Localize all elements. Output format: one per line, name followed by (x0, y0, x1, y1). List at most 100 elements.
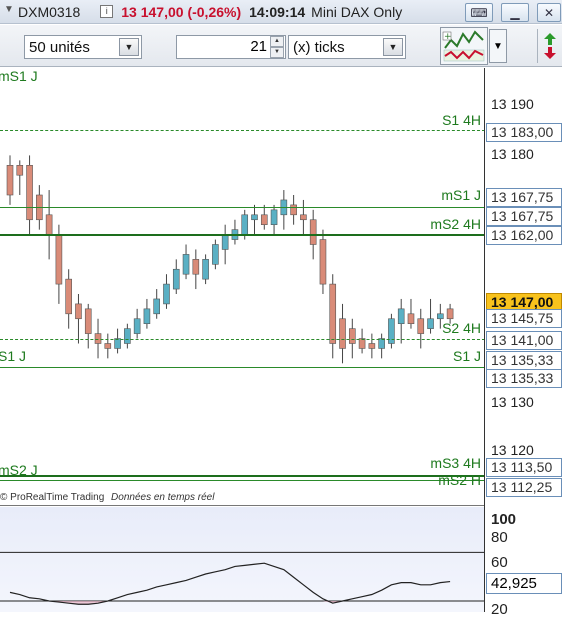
candle (124, 323, 131, 349)
period-spinner[interactable]: ▲ ▼ (270, 36, 284, 58)
chart-footer: © ProRealTime Trading Données en temps r… (0, 490, 484, 506)
candle-body (192, 259, 200, 275)
spin-down-icon[interactable]: ▼ (270, 47, 284, 58)
candle-body (446, 308, 454, 320)
indicator-tick-label: 20 (491, 601, 508, 618)
period-unit-select[interactable]: (x) ticks ▼ (288, 35, 406, 59)
indicator-tick-label: 60 (491, 554, 508, 571)
candle-body (153, 298, 160, 315)
indicator-panel[interactable] (0, 507, 484, 612)
candle-body (270, 209, 278, 226)
candle-body (407, 313, 415, 325)
candle (75, 294, 82, 344)
support-level-line[interactable] (0, 475, 484, 477)
add-indicator-button[interactable]: + (440, 27, 488, 65)
level-price-tag: 13 167,75 (486, 207, 562, 226)
level-price-tag: 13 162,00 (486, 226, 562, 245)
indicator-axis[interactable]: 100 80 60 20 42,925 (485, 507, 562, 618)
candle (163, 274, 170, 309)
chevron-down-icon[interactable]: ▼ (383, 38, 403, 56)
chevron-down-icon: ▼ (493, 40, 503, 52)
keyboard-icon: ⌨ (470, 5, 488, 20)
candle-body (16, 165, 24, 176)
candle (212, 239, 219, 270)
candle-body (358, 338, 366, 349)
candle-body (6, 165, 14, 196)
indicator-tick-label: 100 (491, 511, 517, 528)
support-level-line[interactable] (0, 234, 484, 236)
candle (339, 303, 346, 364)
clock-time: 14:09:14 (249, 3, 306, 20)
units-select-value: 50 unités (29, 38, 90, 56)
support-level-line[interactable] (0, 130, 484, 131)
level-label-left: mS2 J (0, 462, 38, 478)
candle (378, 333, 385, 359)
level-price-tag: 13 183,00 (486, 123, 562, 142)
support-level-line[interactable] (0, 367, 484, 368)
candle-body (417, 318, 425, 334)
candle-body (309, 219, 317, 245)
feed-label: Données en temps réel (111, 492, 215, 503)
price-change: 13 147,00 (-0,26%) (121, 3, 242, 20)
close-button[interactable]: ✕ (537, 3, 561, 22)
candle-body (65, 278, 72, 315)
level-price-tag: 13 141,00 (486, 331, 562, 350)
candle (251, 204, 258, 235)
candle (231, 219, 239, 245)
minimize-button[interactable]: ▁ (501, 3, 529, 22)
price-chart[interactable]: S1 4H mS1 J mS1 J mS2 4H S2 4H S1 J S1 J mS3 4H… (0, 68, 484, 490)
candle (407, 298, 415, 329)
level-label: S2 4H (442, 320, 481, 336)
candle (202, 254, 209, 285)
candlestick-chart (6, 155, 454, 364)
candle-body (182, 254, 190, 275)
candle (153, 289, 160, 319)
collapse-arrow-icon[interactable]: ▼ (4, 4, 14, 15)
units-select[interactable]: 50 unités ▼ (24, 35, 142, 59)
candle (133, 308, 141, 339)
svg-text:+: + (444, 32, 452, 42)
candle-body (397, 308, 405, 325)
candle (45, 190, 53, 260)
support-level-line[interactable] (0, 480, 484, 481)
minimize-icon: ▁ (510, 5, 520, 20)
level-price-tag: 13 145,75 (486, 309, 562, 328)
indicator-dropdown[interactable]: ▼ (489, 29, 507, 63)
price-tick-label: 13 190 (491, 96, 534, 112)
price-axis[interactable]: 13 19013 18013 15013 13013 12013 183,001… (485, 68, 562, 497)
candle (55, 224, 63, 304)
candle-body (202, 259, 209, 280)
candle-body (163, 283, 170, 305)
candle-body (329, 283, 337, 344)
candle (104, 333, 112, 359)
candle (26, 155, 33, 235)
candle (16, 160, 24, 195)
candle-body (378, 338, 385, 349)
candle (319, 229, 327, 294)
chevron-down-icon[interactable]: ▼ (119, 38, 139, 56)
level-price-tag: 13 113,50 (486, 458, 562, 477)
candle (280, 190, 288, 230)
info-icon[interactable]: i (100, 5, 114, 18)
candle (270, 204, 278, 235)
keyboard-button[interactable]: ⌨ (465, 3, 493, 22)
level-price-tag: 13 135,33 (486, 369, 562, 388)
candle-body (124, 328, 131, 344)
candle-body (241, 214, 249, 235)
close-icon: ✕ (543, 5, 555, 20)
candle-body (172, 268, 180, 290)
chart-toolbar: 50 unités ▼ 21 ▲ ▼ (x) ticks ▼ + ▼ (0, 25, 562, 67)
level-price-tag: 13 167,75 (486, 188, 562, 207)
level-label: mS2 4H (430, 216, 481, 232)
indicator-line (9, 562, 451, 605)
spin-up-icon[interactable]: ▲ (270, 36, 284, 47)
candle (368, 333, 376, 359)
arrows-icon (544, 33, 556, 59)
support-level-line[interactable] (0, 339, 484, 340)
candle-body (319, 239, 327, 285)
candle-body (251, 214, 258, 221)
price-tick-label: 13 180 (491, 146, 534, 162)
candle-body (339, 318, 346, 349)
side-tool-button[interactable] (537, 29, 562, 63)
support-level-line[interactable] (0, 207, 484, 208)
